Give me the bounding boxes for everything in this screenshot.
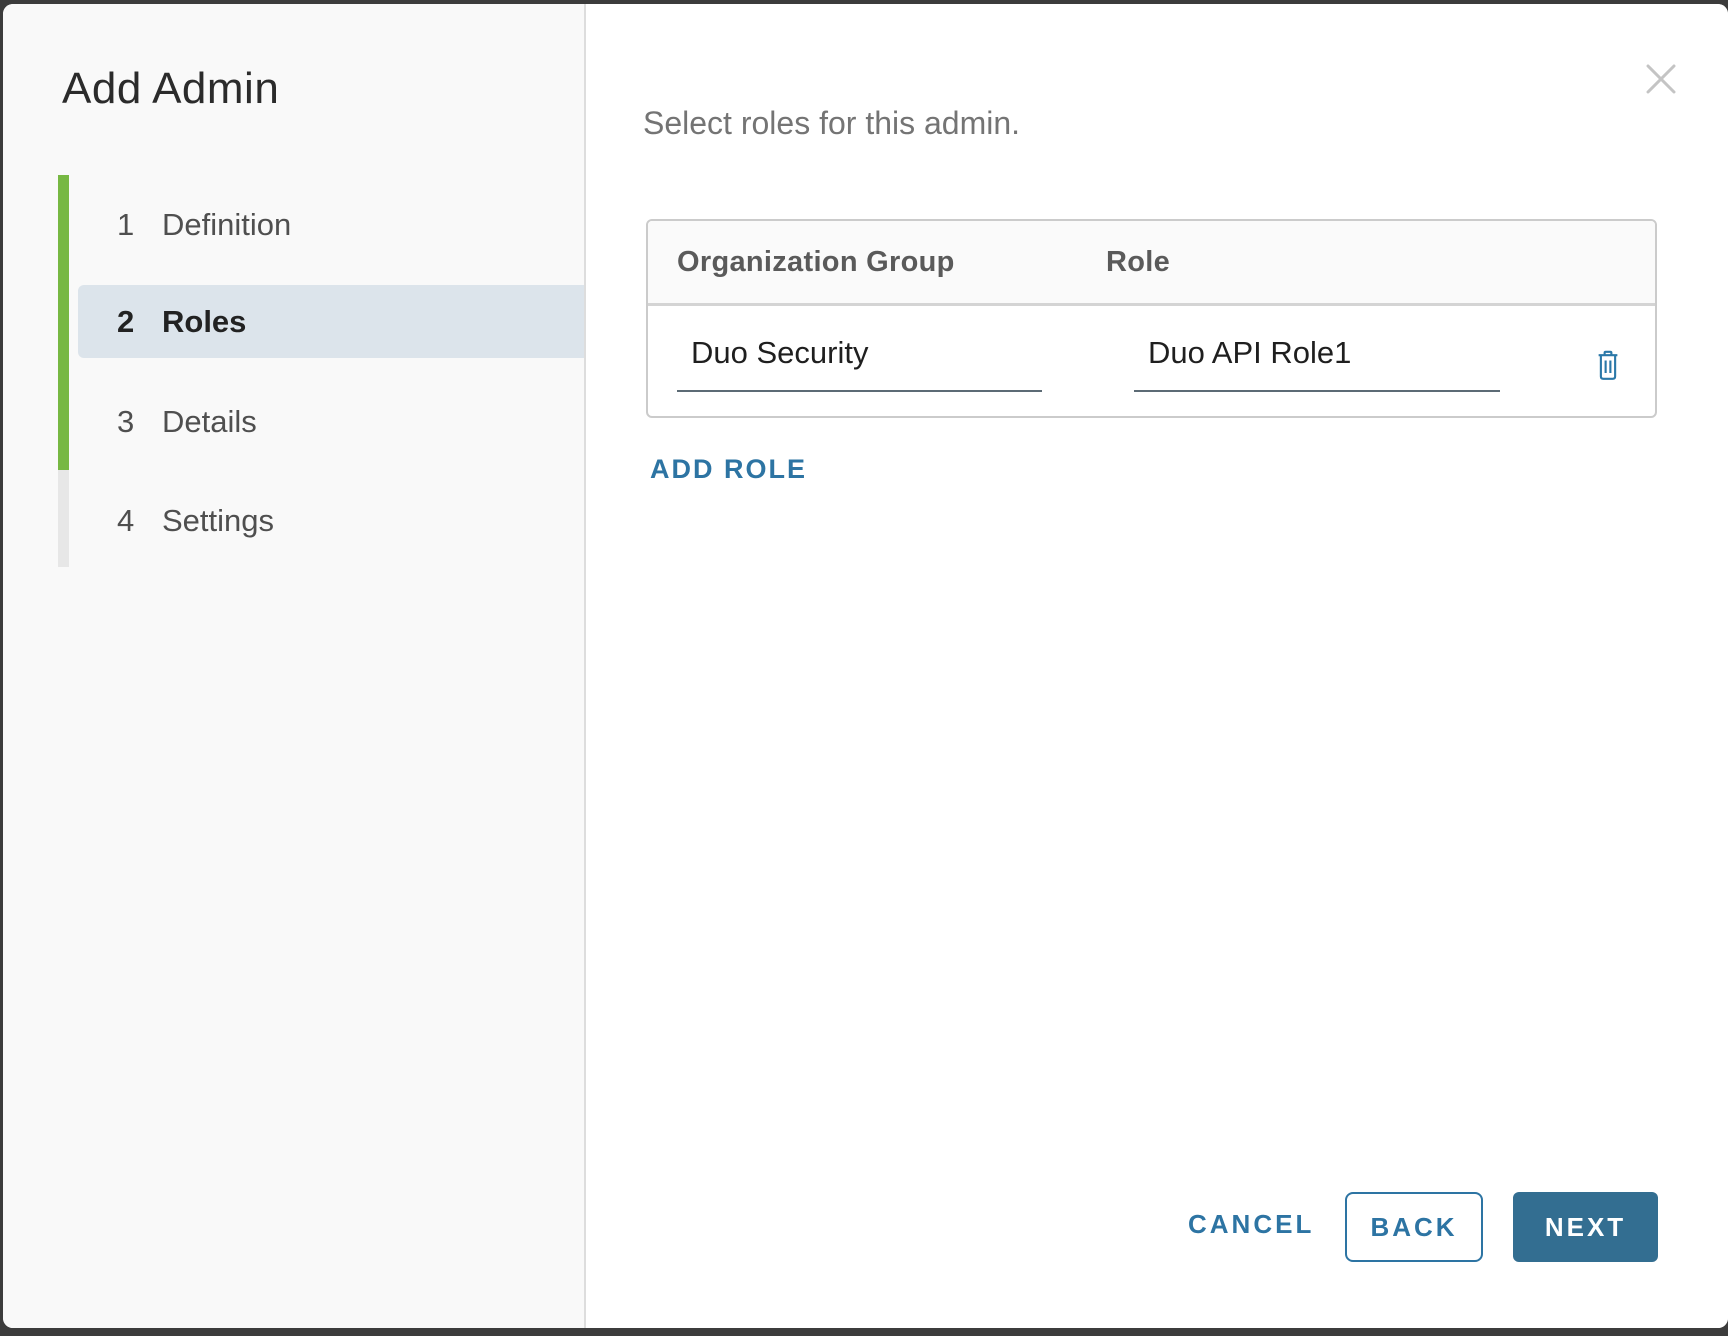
wizard-step-roles[interactable]: 2 Roles [78,285,584,358]
step-label: Details [162,404,257,440]
close-button[interactable] [1642,60,1680,98]
wizard-sidebar: Add Admin 1 Definition 2 Roles 3 Details… [3,4,586,1328]
step-number: 2 [117,304,149,340]
role-value: Duo API Role1 [1148,335,1351,371]
role-field[interactable]: Duo API Role1 [1134,330,1500,392]
close-icon [1645,63,1677,95]
instruction-text: Select roles for this admin. [643,105,1020,142]
progress-rail-completed [58,175,69,470]
step-number: 4 [117,503,149,539]
organization-group-field[interactable]: Duo Security [677,330,1042,392]
table-row: Duo Security Duo API Role1 [648,306,1655,417]
field-underline [677,390,1042,392]
step-label: Definition [162,207,291,243]
roles-table: Organization Group Role Duo Security Duo… [646,219,1657,418]
roles-step-panel: Select roles for this admin. Organizatio… [588,4,1728,1328]
trash-icon [1593,349,1623,382]
back-button[interactable]: BACK [1345,1192,1483,1262]
step-number: 1 [117,207,149,243]
column-header-role: Role [1106,246,1655,279]
dialog-title: Add Admin [62,64,279,114]
wizard-step-settings[interactable]: 4 Settings [78,484,584,557]
add-admin-modal: Add Admin 1 Definition 2 Roles 3 Details… [3,4,1728,1328]
column-header-organization-group: Organization Group [648,246,1106,279]
organization-group-value: Duo Security [691,335,868,371]
wizard-step-definition[interactable]: 1 Definition [78,188,584,261]
wizard-step-details[interactable]: 3 Details [78,385,584,458]
step-label: Settings [162,503,274,539]
step-label: Roles [162,304,246,340]
add-role-button[interactable]: ADD ROLE [650,454,807,485]
field-underline [1134,390,1500,392]
progress-rail-remaining [58,470,69,567]
roles-table-header: Organization Group Role [648,221,1655,306]
step-number: 3 [117,404,149,440]
cancel-button[interactable]: CANCEL [1188,1209,1314,1240]
next-button[interactable]: NEXT [1513,1192,1658,1262]
delete-role-button[interactable] [1590,346,1626,384]
